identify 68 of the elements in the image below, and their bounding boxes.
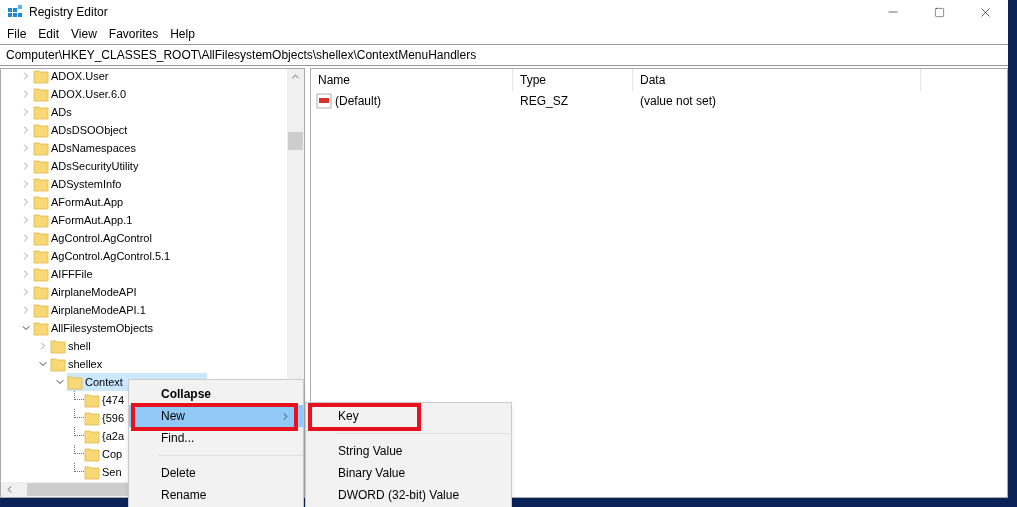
column-header[interactable]: Name	[311, 69, 513, 91]
folder-icon	[84, 464, 100, 480]
menu-item[interactable]: Rename	[129, 484, 303, 506]
folder-icon	[84, 446, 100, 462]
tree-item[interactable]: AirplaneModeAPI.1	[33, 301, 150, 319]
address-bar[interactable]: Computer\HKEY_CLASSES_ROOT\AllFilesystemObjects\shellex\ContextMenuHandlers	[0, 44, 1008, 66]
folder-icon	[84, 410, 100, 426]
tree-item[interactable]: {474	[84, 391, 129, 409]
folder-icon	[33, 86, 49, 102]
tree-item[interactable]: ADSystemInfo	[33, 175, 126, 193]
string-value-icon	[316, 93, 332, 109]
folder-icon	[33, 140, 49, 156]
scrollbar-thumb[interactable]	[288, 132, 303, 150]
value-type: REG_SZ	[520, 94, 568, 108]
tree-item[interactable]: {596	[84, 409, 129, 427]
folder-icon	[33, 194, 49, 210]
folder-icon	[33, 302, 49, 318]
tree-item[interactable]: AirplaneModeAPI	[33, 283, 141, 301]
menu-item[interactable]: Find...	[129, 427, 303, 449]
folder-icon	[84, 428, 100, 444]
menu-item[interactable]: Collapse	[129, 383, 303, 405]
folder-icon	[33, 158, 49, 174]
folder-icon	[50, 356, 66, 372]
menu-item[interactable]: String Value	[306, 440, 511, 462]
tree-item[interactable]: Cop	[84, 445, 127, 463]
value-data: (value not set)	[640, 94, 717, 108]
column-header[interactable]: Data	[633, 69, 921, 91]
tree-item[interactable]: ADOX.User	[33, 67, 113, 85]
maximize-icon	[933, 6, 945, 18]
tree-item[interactable]: ADsSecurityUtility	[33, 157, 143, 175]
menu-bar-item[interactable]: File	[1, 25, 33, 43]
folder-icon	[50, 338, 66, 354]
app-icon	[7, 4, 23, 20]
tree-item[interactable]: ADOX.User.6.0	[33, 85, 131, 103]
folder-icon	[33, 230, 49, 246]
menu-bar-item[interactable]: Help	[164, 25, 201, 43]
tree-item[interactable]: AFormAut.App.1	[33, 211, 137, 229]
tree-item[interactable]: {a2a	[84, 427, 129, 445]
menu-bar-item[interactable]: Favorites	[102, 25, 165, 43]
folder-icon	[33, 284, 49, 300]
menu-item[interactable]: DWORD (32-bit) Value	[306, 484, 511, 506]
menu-item[interactable]: Delete	[129, 462, 303, 484]
tree-item[interactable]: ADs	[33, 103, 76, 121]
menu-bar-item[interactable]: Edit	[32, 25, 66, 43]
folder-icon	[33, 104, 49, 120]
column-header[interactable]: Type	[513, 69, 633, 91]
tree-item[interactable]: ADsNamespaces	[33, 139, 140, 157]
tree-item[interactable]: AFormAut.App	[33, 193, 128, 211]
folder-icon	[33, 122, 49, 138]
tree-item[interactable]: shell	[50, 337, 95, 355]
tree-item[interactable]: AgControl.AgControl	[33, 229, 156, 247]
folder-icon	[33, 176, 49, 192]
tree-item[interactable]: AIFFFile	[33, 265, 97, 283]
folder-icon	[33, 68, 49, 84]
folder-icon	[33, 212, 49, 228]
value-name: (Default)	[335, 93, 381, 110]
tree-item[interactable]: ADsDSOObject	[33, 121, 132, 139]
menu-item[interactable]: Binary Value	[306, 462, 511, 484]
tree-item[interactable]: AllFilesystemObjects	[33, 319, 158, 337]
tree-item[interactable]: AgControl.AgControl.5.1	[33, 247, 175, 265]
window-title: Registry Editor	[29, 4, 108, 21]
tree-item[interactable]: shellex	[50, 355, 107, 373]
menu-bar-item[interactable]: View	[65, 25, 103, 43]
tree-item[interactable]: Sen	[84, 463, 126, 481]
folder-icon	[33, 320, 49, 336]
folder-icon	[33, 266, 49, 282]
folder-icon	[67, 374, 83, 390]
folder-icon	[33, 248, 49, 264]
